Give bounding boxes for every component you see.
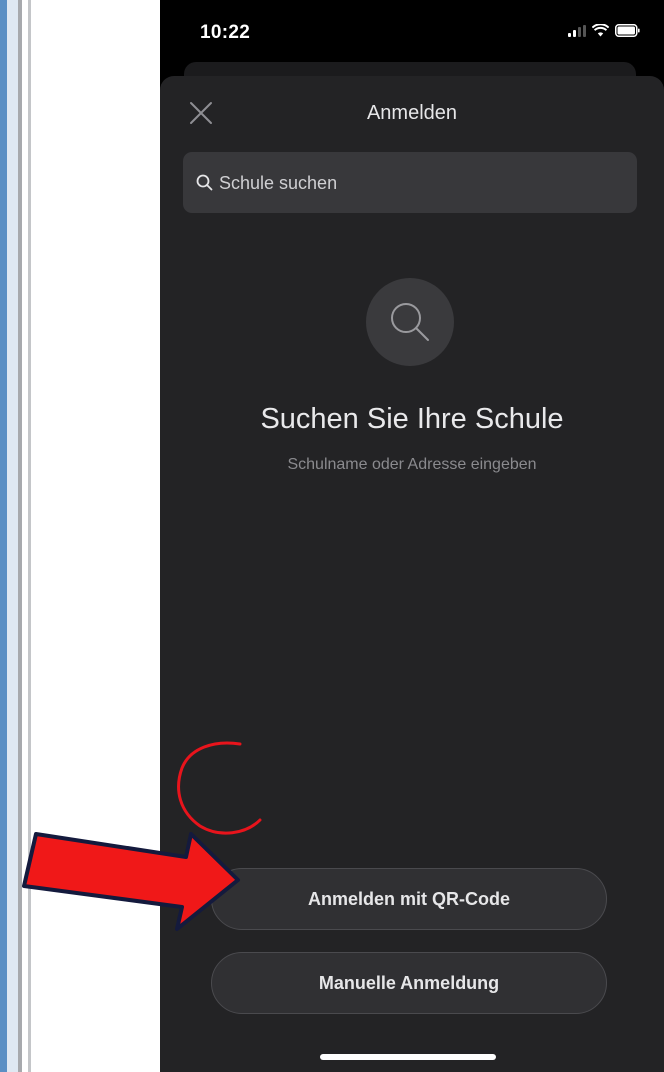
annotation-arrow (22, 832, 240, 931)
annotation-circle-mark (177, 741, 262, 835)
annotation-overlay (22, 741, 262, 931)
